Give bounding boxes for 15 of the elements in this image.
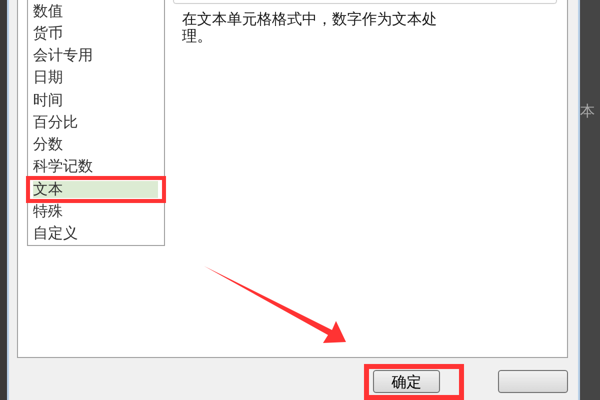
cancel-button[interactable] xyxy=(498,370,568,393)
background-text: 本 xyxy=(580,101,596,122)
category-item[interactable]: 日期 xyxy=(33,69,158,86)
ok-button[interactable]: 确定 xyxy=(373,370,440,393)
category-item[interactable]: 科学记数 xyxy=(33,158,158,176)
category-item[interactable]: 文本 xyxy=(33,180,158,198)
category-item[interactable]: 时间 xyxy=(33,92,158,109)
category-item[interactable]: 数值 xyxy=(33,2,158,20)
category-item[interactable]: 百分比 xyxy=(33,114,158,131)
category-item[interactable]: 会计专用 xyxy=(33,47,158,64)
category-item[interactable]: 自定义 xyxy=(33,225,158,242)
category-item[interactable]: 分数 xyxy=(33,136,158,154)
description-text: 在文本单元格格式中，数字作为文本处理。 xyxy=(182,11,438,45)
category-item[interactable]: 货币 xyxy=(33,24,158,42)
category-item[interactable]: 特殊 xyxy=(33,203,158,220)
